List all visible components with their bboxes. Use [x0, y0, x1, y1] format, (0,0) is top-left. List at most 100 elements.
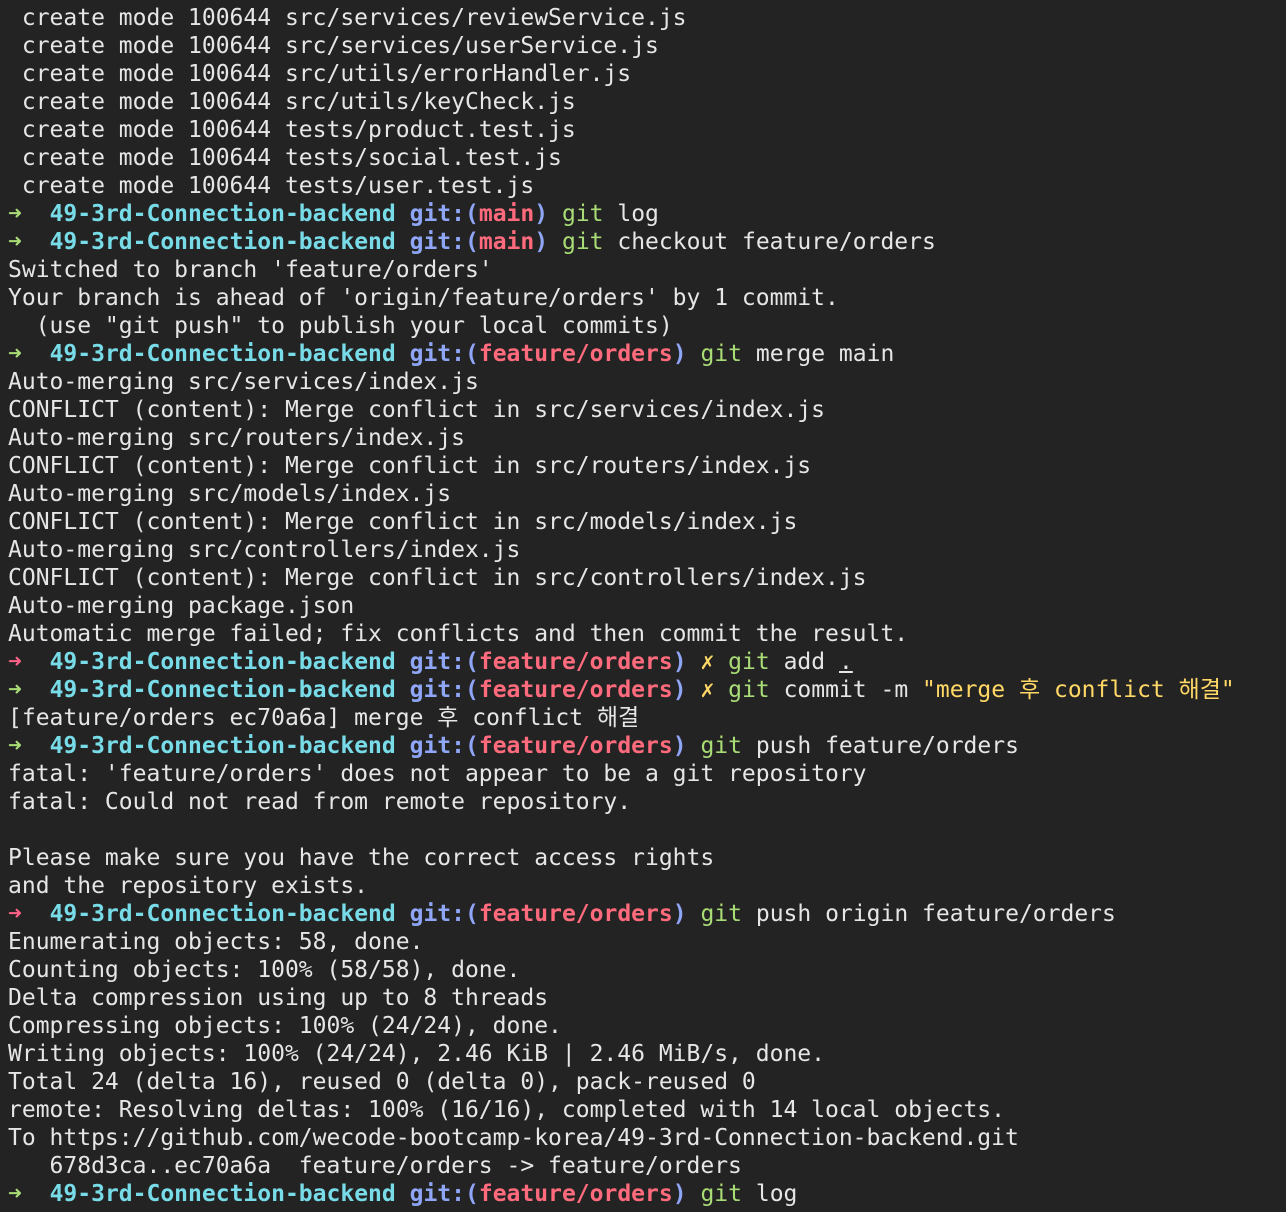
command-args: checkout feature/orders: [603, 229, 936, 255]
prompt-branch: main: [478, 201, 535, 227]
prompt-line[interactable]: ➜ 49-3rd-Connection-backend git:(feature…: [8, 1180, 1286, 1208]
prompt-git-label: git:(: [409, 201, 479, 227]
prompt-line: ➜ 49-3rd-Connection-backend git:(main) g…: [8, 200, 1286, 228]
prompt-git-close: ): [672, 1181, 687, 1207]
output-line: Total 24 (delta 16), reused 0 (delta 0),…: [8, 1069, 756, 1095]
output-line: Auto-merging src/routers/index.js: [8, 425, 465, 451]
output-line: Auto-merging src/services/index.js: [8, 369, 479, 395]
prompt-line: ➜ 49-3rd-Connection-backend git:(feature…: [8, 648, 1286, 676]
command-git: git: [561, 229, 604, 255]
command-args: add: [769, 649, 839, 675]
prompt-branch: feature/orders: [478, 733, 673, 759]
output-line: and the repository exists.: [8, 873, 369, 899]
command-git: git: [700, 1181, 742, 1207]
prompt-line: ➜ 49-3rd-Connection-backend git:(feature…: [8, 900, 1286, 928]
output-line: To https://github.com/wecode-bootcamp-ko…: [8, 1125, 1019, 1151]
output-line: create mode 100644 tests/social.test.js: [8, 145, 562, 171]
output-line: Please make sure you have the correct ac…: [8, 845, 715, 871]
prompt-git-label: git:(: [409, 733, 479, 759]
prompt-git-close: ): [672, 733, 687, 759]
dirty-mark-icon: ✗: [700, 677, 715, 703]
output-line: [feature/orders ec70a6a] merge 후 conflic…: [8, 705, 640, 731]
prompt-arrow-icon: ➜: [8, 229, 22, 255]
prompt-line: ➜ 49-3rd-Connection-backend git:(feature…: [8, 732, 1286, 760]
command-arg-dot: .: [838, 649, 853, 675]
output-line: fatal: 'feature/orders' does not appear …: [8, 761, 867, 787]
prompt-branch: feature/orders: [478, 649, 673, 675]
dirty-mark-icon: ✗: [700, 649, 715, 675]
terminal-window[interactable]: create mode 100644 src/services/reviewSe…: [0, 0, 1286, 1212]
prompt-git-label: git:(: [409, 341, 479, 367]
prompt-line: ➜ 49-3rd-Connection-backend git:(main) g…: [8, 228, 1286, 256]
prompt-arrow-icon: ➜: [8, 677, 22, 703]
command-args: log: [603, 201, 659, 227]
output-line: create mode 100644 src/utils/errorHandle…: [8, 61, 632, 87]
output-line: fatal: Could not read from remote reposi…: [8, 789, 632, 815]
output-line: create mode 100644 tests/product.test.js: [8, 117, 576, 143]
output-line: Auto-merging package.json: [8, 593, 355, 619]
prompt-directory: 49-3rd-Connection-backend: [49, 229, 396, 255]
prompt-branch: feature/orders: [478, 901, 673, 927]
output-line: create mode 100644 src/services/userServ…: [8, 33, 659, 59]
command-git: git: [561, 201, 604, 227]
prompt-git-label: git:(: [409, 229, 479, 255]
command-git: git: [700, 341, 742, 367]
command-args: push feature/orders: [742, 733, 1019, 759]
prompt-branch: feature/orders: [478, 677, 673, 703]
command-args: log: [742, 1181, 798, 1207]
prompt-branch: feature/orders: [478, 1181, 673, 1207]
prompt-arrow-icon: ➜: [8, 649, 22, 675]
output-line: create mode 100644 tests/user.test.js: [8, 173, 535, 199]
command-args: commit -m: [769, 677, 923, 703]
output-line: Enumerating objects: 58, done.: [8, 929, 424, 955]
prompt-git-label: git:(: [409, 901, 479, 927]
prompt-directory: 49-3rd-Connection-backend: [49, 341, 396, 367]
output-line: CONFLICT (content): Merge conflict in sr…: [8, 509, 798, 535]
output-line: Writing objects: 100% (24/24), 2.46 KiB …: [8, 1041, 825, 1067]
output-line: create mode 100644 src/services/reviewSe…: [8, 5, 687, 31]
prompt-arrow-icon: ➜: [8, 341, 22, 367]
prompt-git-close: ): [534, 201, 549, 227]
prompt-git-close: ): [672, 649, 687, 675]
output-line: remote: Resolving deltas: 100% (16/16), …: [8, 1097, 1005, 1123]
output-line: Counting objects: 100% (58/58), done.: [8, 957, 521, 983]
output-line: CONFLICT (content): Merge conflict in sr…: [8, 453, 812, 479]
output-line: (use "git push" to publish your local co…: [8, 313, 673, 339]
output-line: Switched to branch 'feature/orders': [8, 257, 493, 283]
command-args: push origin feature/orders: [742, 901, 1116, 927]
commit-message: "merge 후 conflict 해결": [922, 677, 1235, 703]
output-line: CONFLICT (content): Merge conflict in sr…: [8, 397, 825, 423]
prompt-arrow-icon: ➜: [8, 733, 22, 759]
command-git: git: [728, 677, 770, 703]
output-line: Automatic merge failed; fix conflicts an…: [8, 621, 909, 647]
prompt-git-label: git:(: [409, 649, 479, 675]
command-git: git: [728, 649, 770, 675]
prompt-arrow-icon: ➜: [8, 201, 22, 227]
prompt-git-label: git:(: [409, 1181, 479, 1207]
prompt-git-close: ): [672, 341, 687, 367]
prompt-directory: 49-3rd-Connection-backend: [49, 201, 396, 227]
prompt-directory: 49-3rd-Connection-backend: [49, 1181, 396, 1207]
prompt-git-label: git:(: [409, 677, 479, 703]
output-line: 678d3ca..ec70a6a feature/orders -> featu…: [8, 1153, 742, 1179]
command-args: merge main: [742, 341, 895, 367]
output-line: Delta compression using up to 8 threads: [8, 985, 549, 1011]
prompt-arrow-icon: ➜: [8, 1181, 22, 1207]
prompt-arrow-icon: ➜: [8, 901, 22, 927]
output-line: Compressing objects: 100% (24/24), done.: [8, 1013, 562, 1039]
output-line: Your branch is ahead of 'origin/feature/…: [8, 285, 839, 311]
prompt-directory: 49-3rd-Connection-backend: [49, 733, 396, 759]
command-git: git: [700, 733, 742, 759]
prompt-line: ➜ 49-3rd-Connection-backend git:(feature…: [8, 340, 1286, 368]
prompt-branch: feature/orders: [478, 341, 673, 367]
prompt-git-close: ): [534, 229, 549, 255]
prompt-git-close: ): [672, 901, 687, 927]
prompt-directory: 49-3rd-Connection-backend: [49, 901, 396, 927]
prompt-git-close: ): [672, 677, 687, 703]
command-git: git: [700, 901, 742, 927]
output-line: Auto-merging src/models/index.js: [8, 481, 452, 507]
output-line: Auto-merging src/controllers/index.js: [8, 537, 521, 563]
output-line: create mode 100644 src/utils/keyCheck.js: [8, 89, 576, 115]
prompt-directory: 49-3rd-Connection-backend: [49, 677, 396, 703]
